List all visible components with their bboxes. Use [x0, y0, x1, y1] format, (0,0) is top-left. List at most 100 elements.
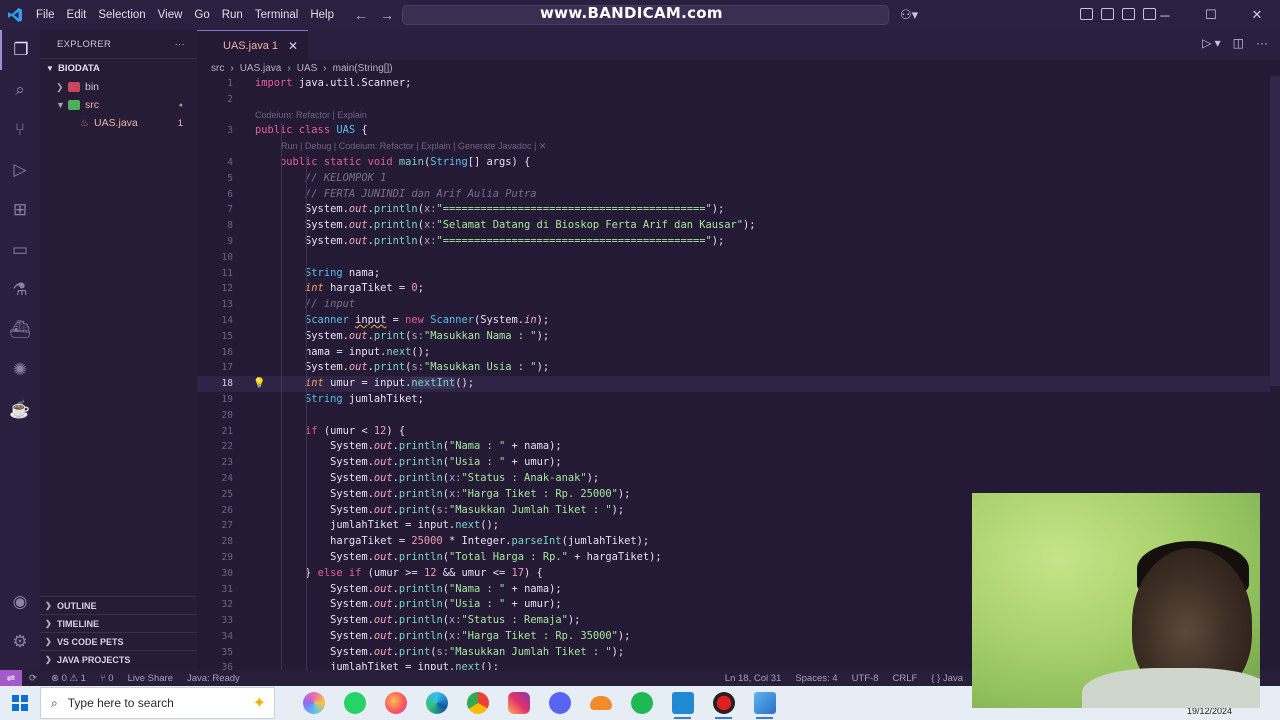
java-icon[interactable]: ☕	[0, 390, 40, 430]
code-text[interactable]: import java.util.Scanner;	[255, 76, 411, 92]
scrollbar-thumb[interactable]	[1270, 76, 1280, 386]
docker-icon[interactable]: ⛴	[0, 310, 40, 350]
code-text[interactable]: System.out.println(x:"Status : Remaja");	[255, 613, 580, 629]
code-text[interactable]: System.out.println("Usia : " + umur);	[255, 455, 562, 471]
code-line[interactable]: 14 Scanner input = new Scanner(System.in…	[197, 313, 1280, 329]
code-text[interactable]: System.out.print(s:"Masukkan Nama : ");	[255, 329, 549, 345]
code-line[interactable]: 2	[197, 92, 1280, 108]
code-text[interactable]: System.out.println("Nama : " + nama);	[255, 582, 562, 598]
toggle-panel-icon[interactable]	[1122, 8, 1135, 20]
run-debug-icon[interactable]: ▷	[0, 150, 40, 190]
code-text[interactable]: jumlahTiket = input.next();	[255, 518, 499, 534]
code-line[interactable]: 18 💡 int umur = input.nextInt();	[197, 376, 1280, 392]
code-line[interactable]: 8 System.out.println(x:"Selamat Datang d…	[197, 218, 1280, 234]
code-text[interactable]: Scanner input = new Scanner(System.in);	[255, 313, 549, 329]
copilot-icon[interactable]: ⚇▾	[900, 7, 918, 23]
photos-taskbar-icon[interactable]	[744, 686, 785, 720]
breadcrumb-method[interactable]: main(String[])	[333, 63, 393, 74]
menu-go[interactable]: Go	[188, 9, 215, 21]
menu-view[interactable]: View	[152, 9, 189, 21]
start-button[interactable]	[0, 686, 40, 720]
account-icon[interactable]: ◉	[0, 582, 40, 622]
code-line[interactable]: 15 System.out.print(s:"Masukkan Nama : "…	[197, 329, 1280, 345]
cloud-app-icon[interactable]	[580, 686, 621, 720]
code-text[interactable]: System.out.println("Nama : " + nama);	[255, 439, 562, 455]
copilot-app-icon[interactable]	[293, 686, 334, 720]
tree-item-src[interactable]: ▼ src ●	[40, 96, 197, 114]
tab-uas-java[interactable]: UAS.java 1 ✕	[197, 30, 309, 60]
code-text[interactable]: System.out.println("Total Harga : Rp." +…	[255, 550, 662, 566]
editor-scrollbar[interactable]	[1270, 76, 1280, 670]
code-text[interactable]: System.out.print(s:"Masukkan Usia : ");	[255, 360, 549, 376]
ports-indicator[interactable]: ⑂ 0	[93, 673, 121, 684]
codelens-actions[interactable]: Codeium: Refactor | Explain	[255, 108, 367, 124]
code-text[interactable]: if (umur < 12) {	[255, 424, 405, 440]
code-line[interactable]: 20	[197, 408, 1280, 424]
breadcrumb-file[interactable]: UAS.java	[240, 63, 282, 74]
codelens-row[interactable]: Codeium: Refactor | Explain	[197, 108, 1280, 124]
code-line[interactable]: 4 public static void main(String[] args)…	[197, 155, 1280, 171]
code-line[interactable]: 3 public class UAS {	[197, 123, 1280, 139]
toggle-sidebar-icon[interactable]	[1101, 8, 1114, 20]
code-text[interactable]: System.out.print(s:"Masukkan Jumlah Tike…	[255, 503, 624, 519]
code-line[interactable]: 16 nama = input.next();	[197, 345, 1280, 361]
settings-gear-icon[interactable]: ⚙	[0, 622, 40, 662]
maximize-icon[interactable]: ☐	[1188, 0, 1234, 30]
code-text[interactable]: System.out.println(x:"==================…	[255, 202, 724, 218]
code-line[interactable]: 13 // input	[197, 297, 1280, 313]
code-text[interactable]: hargaTiket = 25000 * Integer.parseInt(ju…	[255, 534, 649, 550]
code-text[interactable]: System.out.println(x:"==================…	[255, 234, 724, 250]
menu-terminal[interactable]: Terminal	[249, 9, 304, 21]
code-line[interactable]: 6 // FERTA JUNINDI dan Arif Aulia Putra	[197, 187, 1280, 203]
whatsapp-icon[interactable]	[334, 686, 375, 720]
code-text[interactable]: // KELOMPOK 1	[255, 171, 386, 187]
back-arrow-icon[interactable]: ←	[354, 7, 368, 23]
code-text[interactable]: System.out.print(s:"Masukkan Jumlah Tike…	[255, 645, 624, 661]
java-status[interactable]: Java: Ready	[180, 673, 247, 684]
code-text[interactable]: System.out.println(x:"Harga Tiket : Rp. …	[255, 629, 630, 645]
code-line[interactable]: 1 import java.util.Scanner;	[197, 76, 1280, 92]
code-line[interactable]: 7 System.out.println(x:"================…	[197, 202, 1280, 218]
sync-icon[interactable]: ⟳	[22, 673, 44, 684]
breadcrumb-class[interactable]: UAS	[297, 63, 318, 74]
code-line[interactable]: 19 String jumlahTiket;	[197, 392, 1280, 408]
encoding[interactable]: UTF-8	[845, 673, 886, 684]
explorer-icon[interactable]: ❐	[0, 30, 40, 70]
code-line[interactable]: 22 System.out.println("Nama : " + nama);	[197, 439, 1280, 455]
tree-item-uas-java[interactable]: ♨ UAS.java 1	[40, 114, 197, 132]
extensions-icon[interactable]: ⊞	[0, 190, 40, 230]
minimize-icon[interactable]: ─	[1142, 0, 1188, 30]
section-java-projects[interactable]: ❯ JAVA PROJECTS	[40, 650, 197, 668]
discord-icon[interactable]	[539, 686, 580, 720]
code-text[interactable]: System.out.println("Usia : " + umur);	[255, 597, 562, 613]
tree-item-bin[interactable]: ❯ bin	[40, 78, 197, 96]
code-text[interactable]: String nama;	[255, 266, 380, 282]
code-text[interactable]: System.out.println(x:"Selamat Datang di …	[255, 218, 755, 234]
menu-selection[interactable]: Selection	[92, 9, 151, 21]
search-icon[interactable]: ⌕	[0, 70, 40, 110]
menu-file[interactable]: File	[30, 9, 61, 21]
end-of-line[interactable]: CRLF	[885, 673, 924, 684]
code-text[interactable]: public static void main(String[] args) {	[255, 155, 530, 171]
source-control-icon[interactable]: ⑂	[0, 110, 40, 150]
code-line[interactable]: 9 System.out.println(x:"================…	[197, 234, 1280, 250]
section-timeline[interactable]: ❯ TIMELINE	[40, 614, 197, 632]
cursor-position[interactable]: Ln 18, Col 31	[718, 673, 789, 684]
code-text[interactable]: System.out.println(x:"Harga Tiket : Rp. …	[255, 487, 630, 503]
customize-layout-icon[interactable]	[1080, 8, 1093, 20]
code-line[interactable]: 21 if (umur < 12) {	[197, 424, 1280, 440]
code-line[interactable]: 17 System.out.print(s:"Masukkan Usia : "…	[197, 360, 1280, 376]
code-text[interactable]: } else if (umur >= 12 && umur <= 17) {	[255, 566, 543, 582]
code-line[interactable]: 12 int hargaTiket = 0;	[197, 281, 1280, 297]
vscode-taskbar-icon[interactable]	[662, 686, 703, 720]
code-text[interactable]: int umur = input.nextInt();	[255, 376, 474, 392]
edge-icon[interactable]	[416, 686, 457, 720]
section-outline[interactable]: ❯ OUTLINE	[40, 596, 197, 614]
language-mode[interactable]: { } Java	[924, 673, 970, 684]
folder-biodata[interactable]: ▼ BIODATA	[40, 58, 197, 78]
testing-icon[interactable]: ⚗	[0, 270, 40, 310]
run-icon[interactable]: ▷ ▾	[1202, 36, 1221, 50]
forward-arrow-icon[interactable]: →	[380, 7, 394, 23]
taskbar-search[interactable]: ⌕ Type here to search ✦	[40, 687, 275, 719]
code-text[interactable]: public class UAS {	[255, 123, 368, 139]
